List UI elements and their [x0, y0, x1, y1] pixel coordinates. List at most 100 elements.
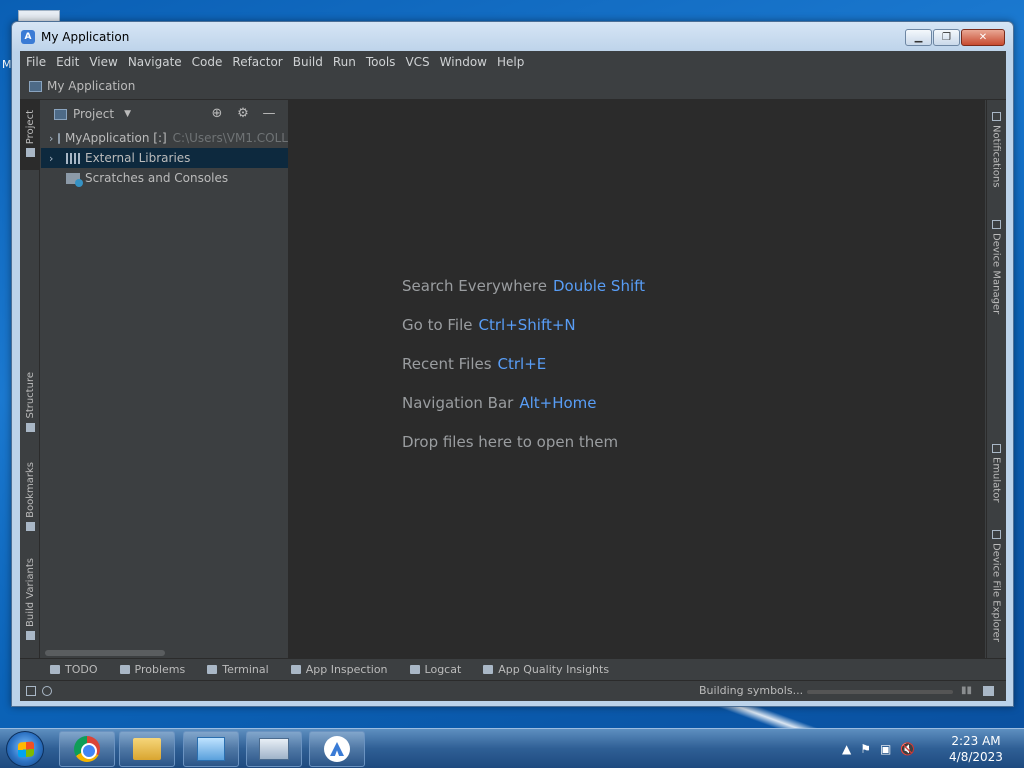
menu-window[interactable]: Window — [435, 55, 492, 69]
control-panel-icon — [197, 737, 225, 761]
hint-recent-files: Recent Files Ctrl+E — [402, 355, 546, 373]
hint-shortcut[interactable]: Alt+Home — [519, 394, 596, 412]
tree-item-label: MyApplication [:] — [64, 131, 167, 145]
gear-icon[interactable]: ⚙ — [230, 106, 256, 121]
hint-shortcut[interactable]: Double Shift — [553, 277, 645, 295]
tab-todo[interactable]: TODO — [20, 663, 109, 676]
pause-icon[interactable]: ▮▮ — [961, 685, 972, 696]
chevron-down-icon[interactable]: ▼ — [124, 109, 131, 119]
tab-app-inspection[interactable]: App Inspection — [280, 663, 399, 676]
clock-date: 4/8/2023 — [949, 750, 1003, 764]
device-icon — [991, 220, 1001, 229]
tab-structure-label: Structure — [24, 372, 36, 419]
tab-logcat-label: Logcat — [424, 663, 462, 676]
taskbar-explorer[interactable] — [119, 731, 175, 767]
taskbar-clock[interactable]: 2:23 AM 4/8/2023 — [938, 733, 1014, 765]
warning-icon — [119, 665, 130, 674]
taskbar-android-studio[interactable] — [309, 731, 365, 767]
folder-icon — [25, 148, 35, 158]
minimize-button[interactable]: ▁ — [905, 29, 932, 46]
app-window: A My Application ▁ ❐ ✕ File Edit View Na… — [11, 21, 1014, 707]
status-bar: Building symbols... ▮▮ — [20, 680, 1006, 701]
taskbar-control-panel[interactable] — [183, 731, 239, 767]
menu-tools[interactable]: Tools — [361, 55, 401, 69]
tab-app-quality-insights-label: App Quality Insights — [498, 663, 610, 676]
bell-icon — [991, 112, 1001, 121]
tab-notifications[interactable]: Notifications — [986, 112, 1006, 192]
tree-item-label: External Libraries — [85, 151, 191, 165]
tab-notifications-label: Notifications — [990, 125, 1002, 188]
hint-shortcut[interactable]: Ctrl+E — [498, 355, 547, 373]
network-icon[interactable]: ▣ — [880, 742, 891, 756]
taskbar: ▲ ⚑ ▣ 🔇 2:23 AM 4/8/2023 — [0, 728, 1024, 768]
horizontal-scrollbar[interactable] — [45, 650, 165, 656]
hide-panel-icon[interactable]: — — [256, 106, 282, 121]
diamond-icon — [483, 665, 494, 674]
hint-text: Drop files here to open them — [402, 433, 619, 451]
hint-shortcut[interactable]: Ctrl+Shift+N — [479, 316, 576, 334]
bottom-tool-bar: TODO Problems Terminal App Inspection Lo… — [20, 658, 1006, 680]
title-bar[interactable]: A My Application ▁ ❐ ✕ — [12, 22, 1013, 52]
tab-project[interactable]: Project — [20, 100, 40, 170]
tab-bookmarks[interactable]: Bookmarks — [20, 462, 40, 537]
scratches-icon — [66, 172, 83, 187]
editor-area[interactable]: Search Everywhere Double Shift Go to File… — [288, 100, 985, 658]
tab-app-quality-insights[interactable]: App Quality Insights — [472, 663, 620, 676]
taskbar-keyboard[interactable] — [246, 731, 302, 767]
menu-code[interactable]: Code — [187, 55, 228, 69]
taskbar-chrome[interactable] — [59, 731, 115, 767]
status-message[interactable]: Building symbols... — [699, 684, 803, 697]
refresh-icon[interactable] — [42, 686, 52, 696]
tree-item-label: Scratches and Consoles — [85, 171, 229, 185]
tab-build-variants[interactable]: Build Variants — [20, 558, 40, 648]
tab-structure[interactable]: Structure — [20, 372, 40, 442]
android-studio-icon — [324, 736, 350, 762]
menu-navigate[interactable]: Navigate — [123, 55, 187, 69]
hint-drop-files: Drop files here to open them — [402, 433, 618, 451]
tab-device-manager[interactable]: Device Manager — [986, 220, 1006, 320]
clock-time: 2:23 AM — [951, 734, 1001, 748]
start-button[interactable] — [6, 731, 44, 767]
tab-terminal[interactable]: Terminal — [196, 663, 280, 676]
tab-problems[interactable]: Problems — [109, 663, 197, 676]
menu-refactor[interactable]: Refactor — [227, 55, 287, 69]
tree-item-myapplication[interactable]: › MyApplication [:] C:\Users\VM1.COLL — [41, 128, 288, 148]
menu-build[interactable]: Build — [288, 55, 328, 69]
menu-edit[interactable]: Edit — [51, 55, 84, 69]
tab-emulator[interactable]: Emulator — [986, 444, 1006, 510]
toggle-tool-windows-icon[interactable] — [26, 686, 36, 696]
tab-bookmarks-label: Bookmarks — [24, 462, 36, 518]
notification-icon[interactable] — [983, 686, 994, 696]
menu-vcs[interactable]: VCS — [400, 55, 434, 69]
volume-muted-icon[interactable]: 🔇 — [900, 742, 915, 756]
menu-help[interactable]: Help — [492, 55, 529, 69]
flag-icon[interactable]: ⚑ — [860, 742, 871, 756]
tab-logcat[interactable]: Logcat — [399, 663, 473, 676]
close-button[interactable]: ✕ — [961, 29, 1005, 46]
project-panel-tools: ⊕ ⚙ — — [204, 106, 282, 121]
show-hidden-icons-icon[interactable]: ▲ — [842, 742, 851, 756]
tab-device-manager-label: Device Manager — [990, 233, 1002, 315]
menu-view[interactable]: View — [84, 55, 122, 69]
chevron-right-icon[interactable]: › — [49, 152, 61, 165]
android-studio-icon: A — [21, 30, 35, 44]
hint-navigation-bar: Navigation Bar Alt+Home — [402, 394, 597, 412]
tab-device-file-explorer[interactable]: Device File Explorer — [986, 530, 1006, 650]
menu-file[interactable]: File — [20, 55, 51, 69]
maximize-button[interactable]: ❐ — [933, 29, 960, 46]
chrome-icon — [74, 736, 100, 762]
list-icon — [50, 665, 60, 674]
progress-bar — [807, 690, 953, 694]
menu-run[interactable]: Run — [328, 55, 361, 69]
tab-device-file-explorer-label: Device File Explorer — [990, 543, 1002, 642]
select-opened-file-icon[interactable]: ⊕ — [204, 106, 230, 121]
tree-item-external-libraries[interactable]: › External Libraries — [41, 148, 288, 168]
tab-build-variants-label: Build Variants — [24, 558, 36, 627]
breadcrumb-project[interactable]: My Application — [47, 79, 135, 93]
hint-text: Go to File — [402, 316, 473, 334]
build-variants-icon — [25, 630, 35, 640]
chevron-right-icon[interactable]: › — [49, 132, 53, 145]
window-title: My Application — [41, 30, 130, 44]
project-panel-title[interactable]: Project — [73, 107, 114, 121]
tree-item-scratches[interactable]: Scratches and Consoles — [41, 168, 288, 188]
